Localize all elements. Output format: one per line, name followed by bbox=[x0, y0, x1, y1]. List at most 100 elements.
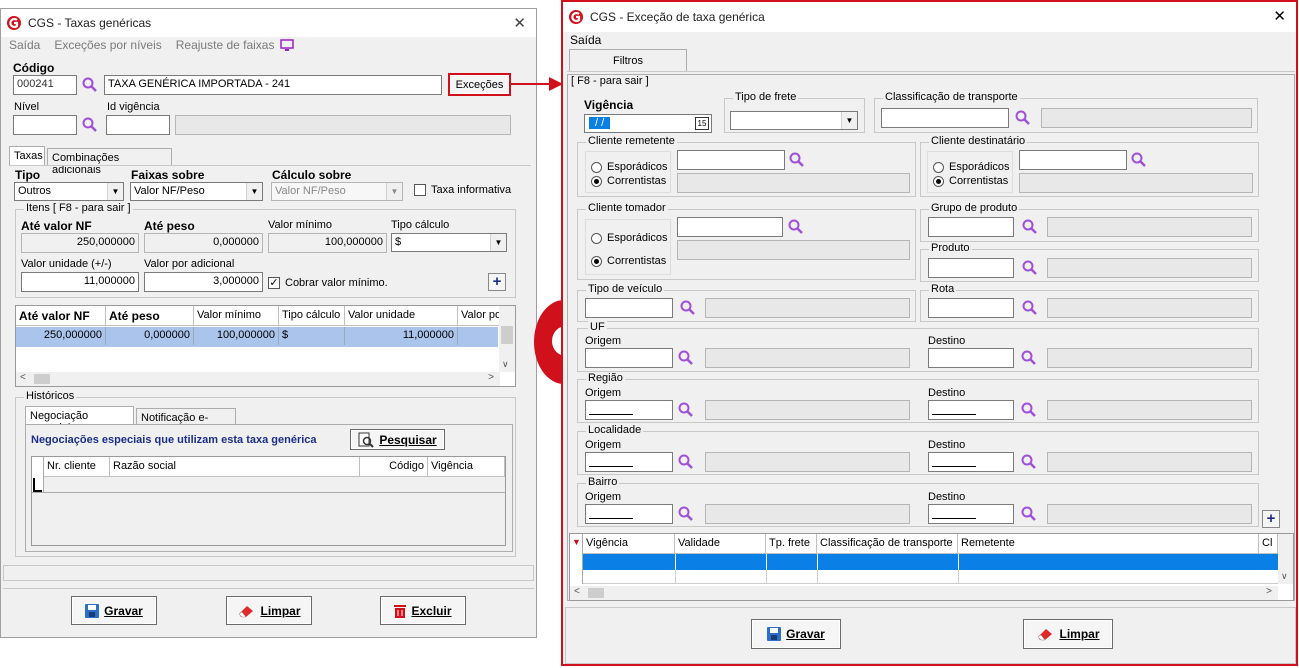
grid-header[interactable]: Remetente bbox=[958, 534, 1259, 554]
search-icon[interactable] bbox=[1021, 218, 1039, 236]
faixas-select[interactable]: Valor NF/Peso ▼ bbox=[130, 182, 263, 201]
remetente-esporadicos-radio[interactable]: Esporádicos bbox=[591, 161, 668, 173]
tab-notificacao[interactable]: Notificação e-mails bbox=[136, 408, 236, 436]
grid-header[interactable]: Vigência bbox=[428, 457, 505, 477]
tomador-input[interactable] bbox=[677, 217, 783, 237]
localidade-destino-input[interactable] bbox=[928, 452, 1014, 472]
tab-taxas[interactable]: Taxas bbox=[9, 146, 45, 165]
limpar-button[interactable]: Limpar bbox=[226, 596, 312, 625]
table-row[interactable]: 250,000000 0,000000 100,000000 $ 11,0000… bbox=[16, 327, 498, 347]
cobrar-minimo-checkbox[interactable]: ✓ Cobrar valor mínimo. bbox=[268, 277, 388, 289]
tipo-frete-select[interactable]: ▼ bbox=[730, 111, 858, 130]
rota-input[interactable] bbox=[928, 298, 1014, 318]
tipo-veiculo-input[interactable] bbox=[585, 298, 673, 318]
bairro-origem-desc bbox=[705, 504, 910, 524]
calendar-icon[interactable]: 15 bbox=[695, 117, 709, 130]
destinatario-correntistas-radio[interactable]: Correntistas bbox=[933, 175, 1008, 187]
table-row[interactable] bbox=[583, 570, 1278, 584]
vertical-scrollbar[interactable]: ∨ bbox=[1278, 534, 1293, 584]
excecoes-button[interactable]: Exceções bbox=[448, 73, 511, 96]
grid-header[interactable]: Tipo cálculo bbox=[279, 306, 345, 326]
close-icon[interactable]: ✕ bbox=[513, 14, 526, 32]
nivel-input[interactable] bbox=[13, 115, 77, 135]
grid-header[interactable]: Nr. cliente bbox=[44, 457, 110, 477]
add-exception-button[interactable]: + bbox=[1262, 510, 1280, 528]
tomador-esporadicos-radio[interactable]: Esporádicos bbox=[591, 232, 668, 244]
grid-header[interactable]: Classificação de transporte bbox=[817, 534, 958, 554]
classificacao-input[interactable] bbox=[881, 108, 1009, 128]
grid-header[interactable]: Código bbox=[360, 457, 428, 477]
grid-header[interactable]: Razão social bbox=[110, 457, 360, 477]
grid-header[interactable]: Cl bbox=[1259, 534, 1278, 554]
search-icon[interactable] bbox=[81, 76, 99, 94]
close-icon[interactable]: ✕ bbox=[1273, 7, 1286, 25]
gravar-button[interactable]: Gravar bbox=[71, 596, 157, 625]
tab-combinacoes[interactable]: Combinações adicionais bbox=[47, 148, 172, 176]
grid-header[interactable]: Tp. frete bbox=[766, 534, 817, 554]
gravar-button[interactable]: Gravar bbox=[751, 619, 841, 649]
produto-input[interactable] bbox=[928, 258, 1014, 278]
grid-header[interactable]: Valor unidade bbox=[345, 306, 458, 326]
menu-saida[interactable]: Saída bbox=[9, 38, 40, 52]
localidade-origem-input[interactable] bbox=[585, 452, 673, 472]
tab-negociacao[interactable]: Negociação especial bbox=[25, 406, 134, 434]
remetente-input[interactable] bbox=[677, 150, 785, 170]
horizontal-scrollbar[interactable]: < > bbox=[570, 586, 1278, 600]
grid-header[interactable]: Vigência bbox=[583, 534, 675, 554]
grid-header[interactable]: Até valor NF bbox=[16, 306, 106, 326]
regiao-origem-input[interactable] bbox=[585, 400, 673, 420]
regiao-destino-input[interactable] bbox=[928, 400, 1014, 420]
bairro-destino-input[interactable] bbox=[928, 504, 1014, 524]
codigo-input[interactable]: 000241 bbox=[13, 75, 77, 95]
tipo-calculo-select[interactable]: $ ▼ bbox=[391, 233, 507, 252]
excluir-button[interactable]: Excluir bbox=[380, 596, 466, 625]
search-icon[interactable] bbox=[1020, 401, 1038, 419]
tomador-correntistas-radio[interactable]: Correntistas bbox=[591, 255, 666, 267]
horizontal-scrollbar[interactable]: < > bbox=[16, 372, 500, 386]
grid-header[interactable]: Valor po bbox=[458, 306, 500, 326]
search-icon[interactable] bbox=[788, 151, 806, 169]
tipo-select[interactable]: Outros ▼ bbox=[14, 182, 124, 201]
descricao-input[interactable]: TAXA GENÉRICA IMPORTADA - 241 bbox=[104, 75, 442, 95]
search-icon[interactable] bbox=[787, 218, 805, 236]
grid-header[interactable]: Validade bbox=[675, 534, 766, 554]
menu-saida[interactable]: Saída bbox=[570, 33, 601, 47]
search-icon[interactable] bbox=[679, 299, 697, 317]
search-icon[interactable] bbox=[677, 505, 695, 523]
grupo-produto-input[interactable] bbox=[928, 217, 1014, 237]
monitor-icon[interactable] bbox=[280, 38, 295, 52]
table-row[interactable] bbox=[32, 477, 505, 493]
search-icon[interactable] bbox=[81, 116, 99, 134]
menu-excecoes-niveis[interactable]: Exceções por níveis bbox=[54, 38, 161, 52]
search-icon[interactable] bbox=[677, 401, 695, 419]
search-icon[interactable] bbox=[1020, 453, 1038, 471]
search-icon[interactable] bbox=[677, 349, 695, 367]
valor-unidade-input[interactable]: 11,000000 bbox=[21, 272, 139, 292]
add-item-button[interactable]: + bbox=[488, 273, 506, 291]
destinatario-esporadicos-radio[interactable]: Esporádicos bbox=[933, 161, 1010, 173]
search-icon[interactable] bbox=[1130, 151, 1148, 169]
search-icon[interactable] bbox=[1021, 259, 1039, 277]
search-icon[interactable] bbox=[1020, 505, 1038, 523]
uf-origem-input[interactable] bbox=[585, 348, 673, 368]
bairro-origem-input[interactable] bbox=[585, 504, 673, 524]
tab-filtros[interactable]: Filtros bbox=[569, 49, 687, 71]
remetente-correntistas-radio[interactable]: Correntistas bbox=[591, 175, 666, 187]
grid-header[interactable]: Até peso bbox=[106, 306, 194, 326]
id-vigencia-input[interactable] bbox=[106, 115, 170, 135]
vigencia-date-input[interactable]: / / 15 bbox=[584, 114, 712, 133]
search-icon[interactable] bbox=[1014, 109, 1032, 127]
uf-destino-input[interactable] bbox=[928, 348, 1014, 368]
pesquisar-button[interactable]: Pesquisar bbox=[350, 429, 445, 450]
limpar-button[interactable]: Limpar bbox=[1023, 619, 1113, 649]
vertical-scrollbar[interactable]: ∨ bbox=[499, 306, 515, 372]
search-icon[interactable] bbox=[1020, 349, 1038, 367]
destinatario-input[interactable] bbox=[1019, 150, 1127, 170]
table-row[interactable] bbox=[583, 554, 1278, 570]
search-icon[interactable] bbox=[1021, 299, 1039, 317]
search-icon[interactable] bbox=[677, 453, 695, 471]
taxa-informativa-checkbox[interactable]: Taxa informativa bbox=[414, 184, 511, 196]
menu-reajuste-faixas[interactable]: Reajuste de faixas bbox=[176, 38, 275, 52]
valor-adicional-input[interactable]: 3,000000 bbox=[144, 272, 263, 292]
grid-header[interactable]: Valor mínimo bbox=[194, 306, 279, 326]
